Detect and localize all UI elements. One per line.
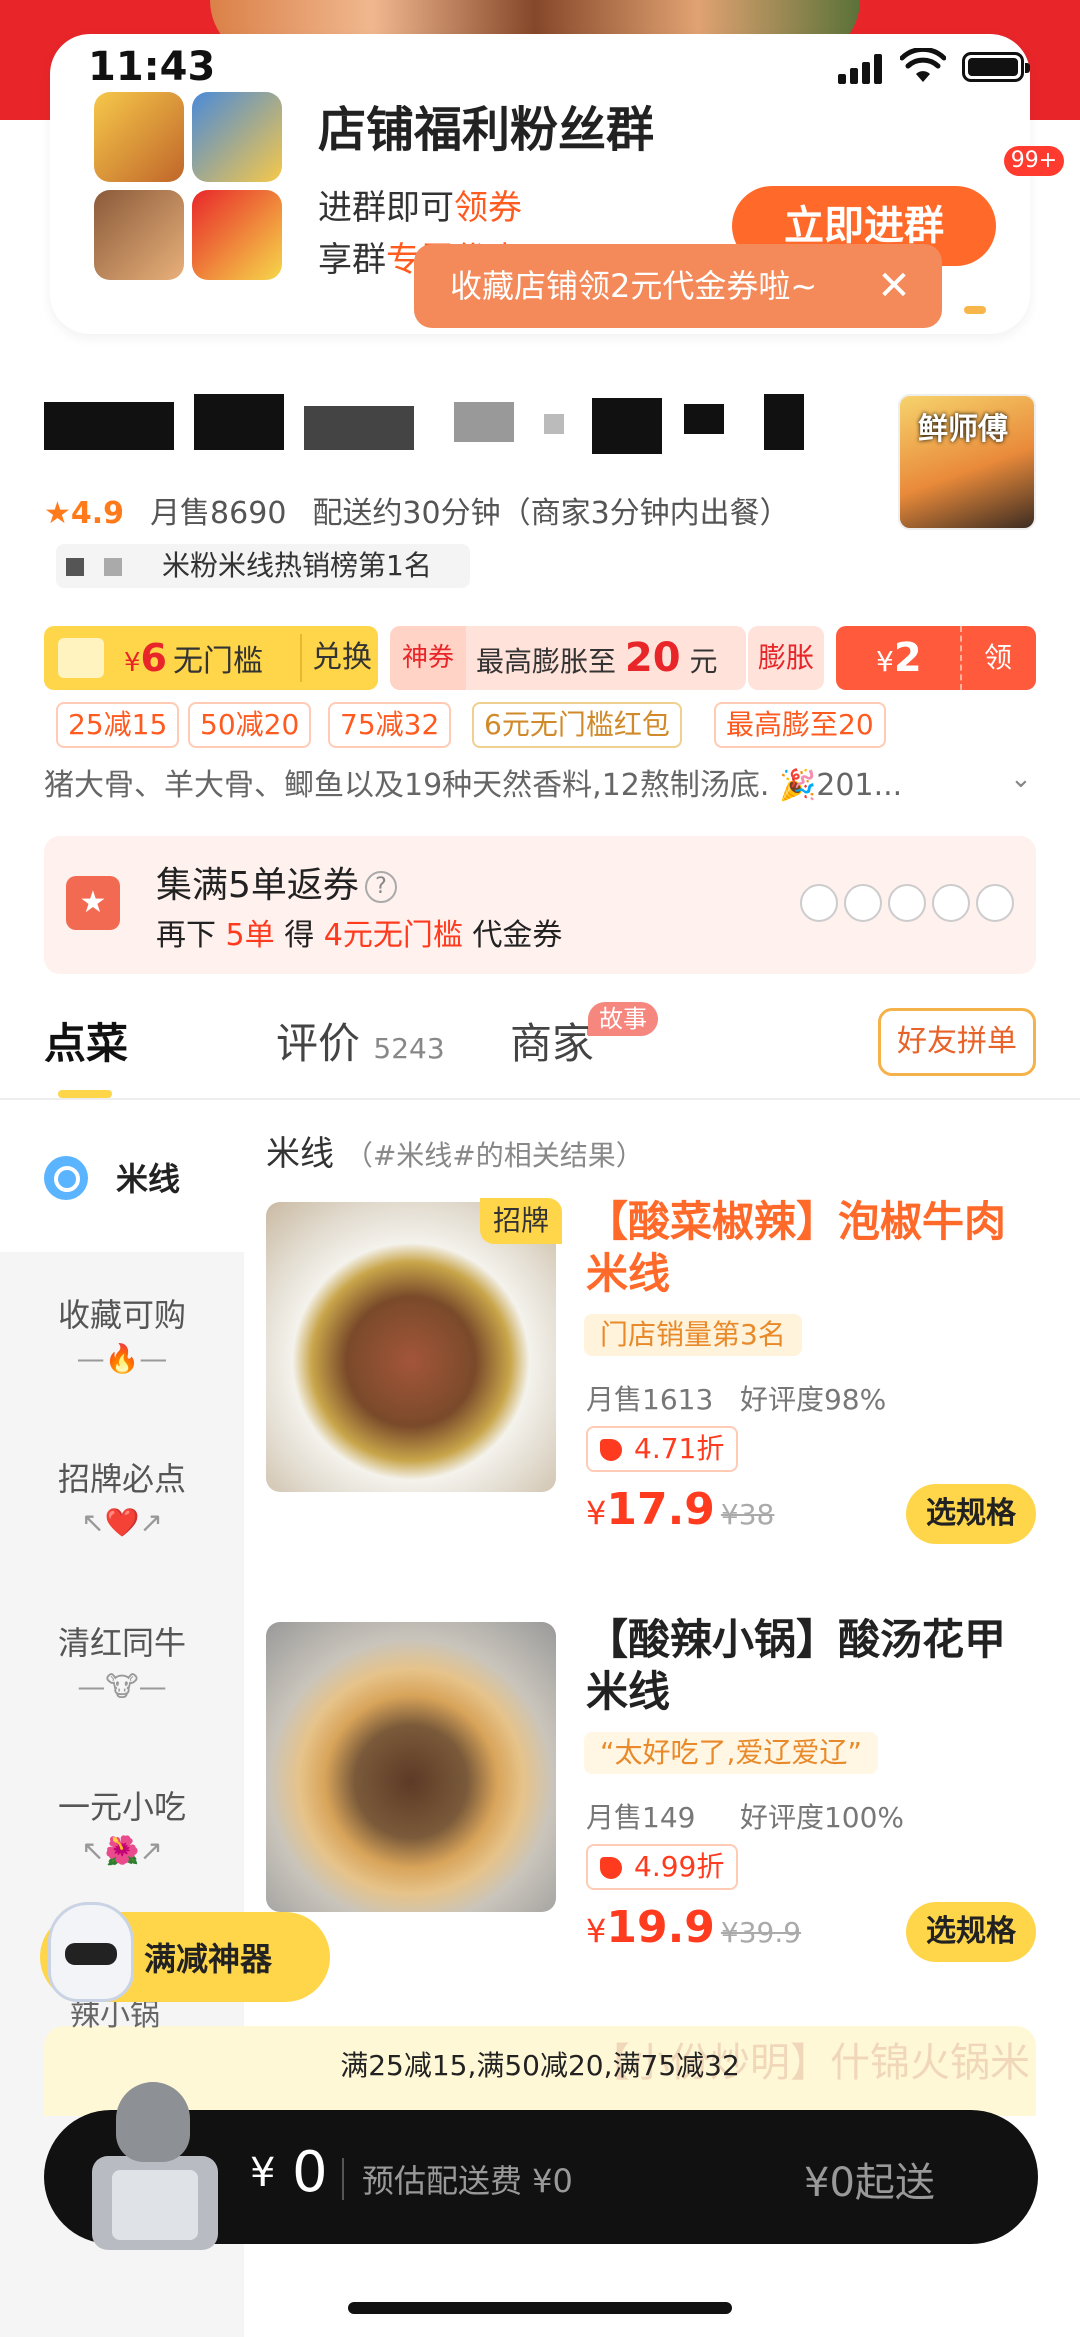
coupon-2yuan[interactable]: ¥2 领 xyxy=(836,626,1036,690)
carousel-indicator xyxy=(964,306,986,314)
discount-tag: 4.99折 xyxy=(586,1844,739,1890)
claim-button: 领 xyxy=(984,641,1013,674)
crown-icon xyxy=(58,638,104,678)
select-spec-button[interactable]: 选规格 xyxy=(906,1484,1036,1544)
promo-tag: 50减20 xyxy=(188,702,312,748)
dish-stats: 月售149 好评度100% xyxy=(586,1801,905,1834)
discount-tag: 4.71折 xyxy=(586,1426,739,1472)
dish-price: ¥19.9 ¥39.9 xyxy=(586,1902,802,1953)
sidebar-item-favorites[interactable]: 收藏可购 —🔥— xyxy=(0,1290,244,1375)
exchange-button: 兑换 xyxy=(312,640,372,675)
divider xyxy=(342,2158,344,2200)
assistant-label: 满减神器 xyxy=(144,1940,273,1978)
promo-tag: 6元无门槛红包 xyxy=(472,702,682,748)
progress-circles xyxy=(800,884,1020,924)
signal-icon xyxy=(838,52,888,84)
promo-tag: 25减15 xyxy=(56,702,180,748)
chevron-down-icon[interactable]: ⌄ xyxy=(1010,764,1038,794)
promo-tag: 最高膨至20 xyxy=(714,702,886,748)
status-time: 11:43 xyxy=(88,44,216,90)
ticket-icon: ★ xyxy=(66,876,120,930)
sidebar-search-label: 米线 xyxy=(116,1160,181,1198)
favorite-toast[interactable]: 收藏店铺领2元代金券啦~ xyxy=(414,244,942,328)
star-icon: ★ xyxy=(44,496,71,531)
sidebar-item-signature[interactable]: 招牌必点 ↖❤️↗ xyxy=(0,1454,244,1539)
manjian-text: 满25减15,满50减20,满75减32 xyxy=(340,2049,740,2082)
notification-badge: 99+ xyxy=(1004,146,1064,176)
coupon-no-threshold[interactable]: ¥6 无门槛 兑换 xyxy=(44,626,378,690)
dish-title[interactable]: 【酸菜椒辣】泡椒牛肉米线 xyxy=(586,1196,1046,1300)
courier-icon[interactable] xyxy=(92,2082,218,2250)
rank-tag[interactable]: 米粉米线热销榜第1名 xyxy=(56,544,470,588)
tab-underline xyxy=(58,1090,112,1098)
shop-stats: ★4.9 月售8690 配送约30分钟（商家3分钟内出餐） xyxy=(44,496,790,531)
cart-total: 0 xyxy=(292,2140,328,2205)
dish-stats: 月售1613 好评度98% xyxy=(586,1383,887,1416)
close-icon[interactable]: ✕ xyxy=(870,262,918,310)
home-indicator[interactable] xyxy=(348,2302,732,2314)
group-avatars xyxy=(94,92,284,282)
results-header: 米线 （#米线#的相关结果） xyxy=(266,1134,644,1174)
shop-name-redacted xyxy=(44,394,814,458)
divider xyxy=(0,1098,1080,1100)
dish-price: ¥17.9 ¥38 xyxy=(586,1484,775,1535)
dish-image[interactable] xyxy=(266,1202,556,1492)
wifi-icon xyxy=(900,48,946,82)
dish-title[interactable]: 【酸辣小锅】酸汤花甲米线 xyxy=(586,1614,1046,1718)
promo-tag: 75减32 xyxy=(328,702,452,748)
shop-description: 猪大骨、羊大骨、鲫鱼以及19种天然香料,12熬制汤底. 🎉201... xyxy=(44,768,903,803)
help-icon: ? xyxy=(364,871,397,903)
tab-order[interactable]: 点菜 xyxy=(44,1010,128,1071)
shop-logo[interactable]: 鲜师傅 xyxy=(898,394,1036,530)
robot-icon xyxy=(48,1902,134,2002)
return-coupon-title: 集满5单返券? xyxy=(156,856,397,908)
min-order: ¥0起送 xyxy=(804,2160,935,2206)
tab-merchant[interactable]: 商家 xyxy=(510,1010,594,1071)
fan-group-title: 店铺福利粉丝群 xyxy=(318,102,655,158)
select-spec-button[interactable]: 选规格 xyxy=(906,1902,1036,1962)
delivery-fee: 预估配送费 ¥0 xyxy=(362,2162,573,2200)
friend-order-button[interactable]: 好友拼单 xyxy=(878,1008,1036,1076)
cart-currency: ¥ xyxy=(250,2150,276,2196)
fan-group-line1: 进群即可领券 xyxy=(318,188,522,228)
return-coupon-subtitle: 再下 5单 得 4元无门槛 代金券 xyxy=(156,918,563,953)
signature-badge: 招牌 xyxy=(480,1198,562,1244)
tab-reviews[interactable]: 评价 5243 xyxy=(276,1010,445,1071)
coupon-god-voucher[interactable]: 神券 最高膨胀至 20 元 xyxy=(390,626,746,690)
search-icon xyxy=(44,1156,88,1200)
battery-icon xyxy=(962,52,1030,82)
sidebar-item-snacks[interactable]: 一元小吃 ↖🌺↗ xyxy=(0,1782,244,1867)
story-badge: 故事 xyxy=(588,1002,658,1036)
dish-image[interactable] xyxy=(266,1622,556,1912)
dish-review-tag: “太好吃了,爱辽爱辽” xyxy=(584,1732,878,1774)
expand-button[interactable]: 膨胀 xyxy=(748,626,824,690)
dish-rank-tag: 门店销量第3名 xyxy=(584,1314,802,1356)
sidebar-item-beef[interactable]: 清红同牛 —🐮— xyxy=(0,1618,244,1703)
